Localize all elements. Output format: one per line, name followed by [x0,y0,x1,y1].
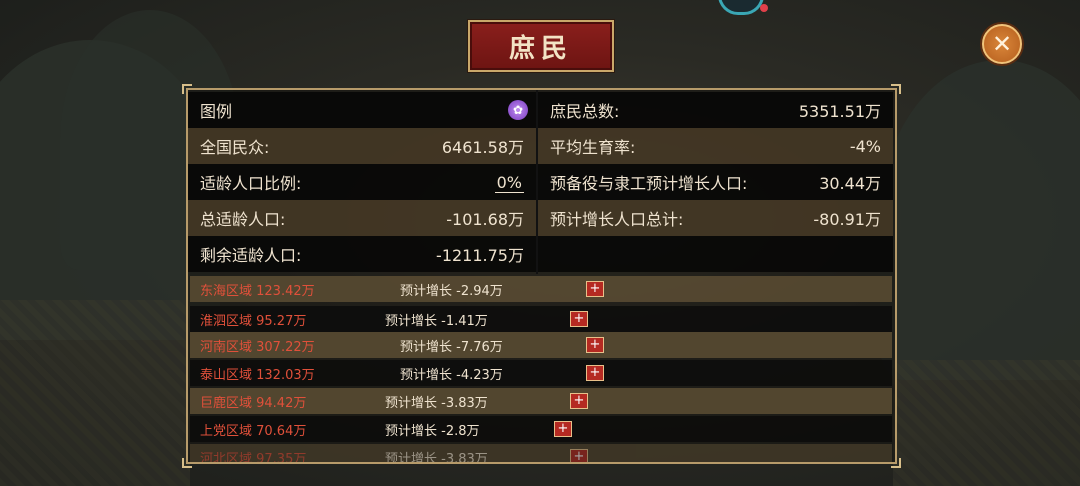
region-plus-button[interactable]: + [554,421,572,437]
region-name: 上党区域 70.64万 [200,423,307,439]
stat-label: 全国民众: [200,138,270,157]
stat-value: 30.44万 [819,174,881,193]
stat-value: 6461.58万 [441,138,524,157]
region-plus-button[interactable]: + [586,337,604,353]
region-plus-button[interactable]: + [570,449,588,462]
stats-grid: 图例 ✿ 全国民众: 6461.58万 适龄人口比例: 0% 总适龄人口: -1… [188,90,895,274]
region-row: 泰山区域 132.03万 预计增长 -4.23万 + [190,360,892,386]
region-name: 东海区域 123.42万 [200,283,315,299]
region-plus-button[interactable]: + [586,365,604,381]
region-growth: 预计增长 -7.76万 [400,339,503,355]
region-name: 河北区域 97.35万 [200,451,307,463]
stat-row: 平均生育率: -4% [538,128,893,164]
title-plate: 庶民 [468,20,614,72]
age-ratio-input[interactable]: 0% [494,172,524,193]
notification-dot [760,4,768,12]
stat-value: 5351.51万 [798,102,881,121]
stat-row: 预备役与隶工预计增长人口: 30.44万 [538,164,893,200]
stat-label: 预备役与隶工预计增长人口: [550,174,748,193]
region-name: 巨鹿区域 94.42万 [200,395,307,411]
stat-label: 总适龄人口: [200,210,286,229]
region-growth: 预计增长 -2.94万 [400,283,503,299]
stat-row: 总适龄人口: -101.68万 [188,200,536,236]
stat-row: 剩余适龄人口: -1211.75万 [188,236,536,272]
region-plus-button[interactable]: + [586,281,604,297]
stat-value: -1211.75万 [436,246,524,265]
population-panel: 图例 ✿ 全国民众: 6461.58万 适龄人口比例: 0% 总适龄人口: -1… [182,84,901,468]
region-row: 河南区域 307.22万 预计增长 -7.76万 + [190,332,892,358]
region-growth: 预计增长 -2.8万 [385,423,480,439]
region-row: 巨鹿区域 94.42万 预计增长 -3.83万 + [190,388,892,414]
region-growth: 预计增长 -3.83万 [385,395,488,411]
stat-value: -4% [849,136,881,156]
region-plus-button[interactable]: + [570,311,588,327]
stat-row: 全国民众: 6461.58万 [188,128,536,164]
region-growth: 预计增长 -4.23万 [400,367,503,383]
stat-row: 庶民总数: 5351.51万 [538,92,893,128]
legend-label: 图例 [200,102,233,121]
region-name: 淮泗区域 95.27万 [200,313,307,329]
stat-label: 平均生育率: [550,138,636,157]
empty-stat-row [538,236,893,272]
legend-icon[interactable]: ✿ [508,100,528,120]
region-list[interactable]: 东海区域 123.42万 预计增长 -2.94万 + 淮泗区域 95.27万 预… [188,276,895,462]
region-row: 上党区域 70.64万 预计增长 -2.8万 + [190,416,892,442]
region-row: 淮泗区域 95.27万 预计增长 -1.41万 + [190,306,892,332]
region-name: 河南区域 307.22万 [200,339,315,355]
stat-row: 预计增长人口总计: -80.91万 [538,200,893,236]
close-icon: ✕ [991,30,1013,58]
region-plus-button[interactable]: + [570,393,588,409]
legend-row: 图例 ✿ [188,92,536,128]
region-growth: 预计增长 -3.83万 [385,451,488,463]
stat-value: -80.91万 [813,210,881,229]
region-name: 泰山区域 132.03万 [200,367,315,383]
stat-label: 剩余适龄人口: [200,246,302,265]
stat-label: 预计增长人口总计: [550,210,684,229]
region-row: 河北区域 97.35万 预计增长 -3.83万 + [190,444,892,462]
stat-row: 适龄人口比例: 0% [188,164,536,200]
page-title: 庶民 [508,33,573,64]
stat-label: 庶民总数: [550,102,620,121]
close-button[interactable]: ✕ [982,24,1022,64]
region-growth: 预计增长 -1.41万 [385,313,488,329]
stat-value: -101.68万 [446,210,524,229]
stat-label: 适龄人口比例: [200,174,302,193]
region-row: 东海区域 123.42万 预计增长 -2.94万 + [190,276,892,302]
